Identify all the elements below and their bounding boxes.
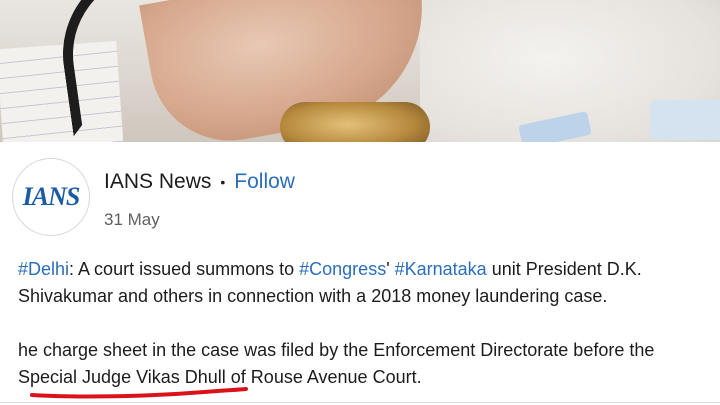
hashtag-congress[interactable]: #Congress [299, 259, 386, 279]
post-date: 31 May [104, 210, 160, 229]
hashtag-delhi[interactable]: #Delhi [18, 259, 69, 279]
author-name[interactable]: IANS News [104, 170, 211, 194]
follow-button[interactable]: Follow [234, 170, 295, 194]
text-line: he charge sheet in the case was filed by… [18, 340, 655, 360]
text-segment: ' [386, 259, 395, 279]
text-segment: : A court issued summons to [69, 259, 300, 279]
hashtag-karnataka[interactable]: #Karnataka [395, 259, 487, 279]
post-body: #Delhi: A court issued summons to #Congr… [18, 256, 708, 391]
ians-logo: IANS [22, 182, 81, 211]
separator-dot: • [220, 174, 226, 190]
red-underline-annotation [30, 387, 248, 399]
author-row: IANS News • Follow [104, 170, 295, 194]
post-divider [0, 402, 720, 403]
post-image[interactable] [0, 0, 720, 142]
photo-watch [280, 102, 430, 142]
post-paragraph-1: #Delhi: A court issued summons to #Congr… [18, 256, 708, 310]
text-line: Special Judge Vikas Dhull of Rouse Avenu… [18, 367, 422, 387]
post-paragraph-2: he charge sheet in the case was filed by… [18, 337, 708, 391]
author-avatar[interactable]: IANS [12, 158, 90, 236]
photo-blue-item-2 [650, 100, 720, 140]
